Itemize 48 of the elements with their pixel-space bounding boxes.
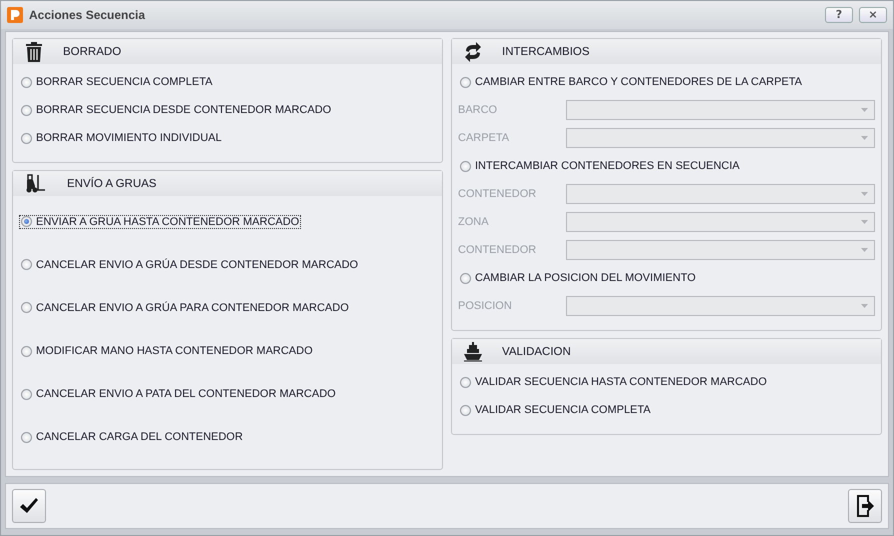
radio-option[interactable]: VALIDAR SECUENCIA COMPLETA xyxy=(458,403,653,417)
help-button[interactable]: ? xyxy=(825,7,853,23)
radio-option[interactable]: CAMBIAR LA POSICION DEL MOVIMIENTO xyxy=(458,271,698,285)
forklift-icon xyxy=(25,174,47,194)
dropdown-field[interactable] xyxy=(566,184,875,204)
window-title: Acciones Secuencia xyxy=(29,8,146,22)
field-label: CONTENEDOR xyxy=(458,188,538,200)
caret-icon xyxy=(861,192,868,196)
dropdown-field[interactable] xyxy=(566,128,875,148)
field-label: CONTENEDOR xyxy=(458,244,538,256)
field-label: BARCO xyxy=(458,104,498,116)
radio-option[interactable]: CANCELAR ENVIO A PATA DEL CONTENEDOR MARCADO xyxy=(19,387,338,402)
section-title: INTERCAMBIOS xyxy=(502,46,590,58)
trash-icon xyxy=(25,40,43,62)
radio-option[interactable]: BORRAR SECUENCIA COMPLETA xyxy=(19,75,214,89)
section-title: BORRADO xyxy=(63,46,122,58)
dropdown-field[interactable] xyxy=(566,296,875,316)
field-label: POSICION xyxy=(458,300,513,312)
exit-icon xyxy=(855,494,875,518)
section-title: ENVÍO A GRUAS xyxy=(67,178,156,190)
radio-option[interactable]: MODIFICAR MANO HASTA CONTENEDOR MARCADO xyxy=(19,344,315,358)
caret-icon xyxy=(861,220,868,224)
radio-option[interactable]: BORRAR MOVIMIENTO INDIVIDUAL xyxy=(19,131,224,145)
field-label: CARPETA xyxy=(458,132,510,144)
caret-icon xyxy=(861,136,868,140)
section-title: VALIDACION xyxy=(502,346,571,358)
exit-button[interactable] xyxy=(848,489,882,523)
radio-option[interactable]: BORRAR SECUENCIA DESDE CONTENEDOR MARCADO xyxy=(19,103,334,117)
radio-option[interactable]: INTERCAMBIAR CONTENEDORES EN SECUENCIA xyxy=(458,159,742,173)
checkmark-icon xyxy=(20,498,38,514)
field-label: ZONA xyxy=(458,216,490,228)
caret-icon xyxy=(861,108,868,112)
refresh-icon xyxy=(464,42,482,62)
dropdown-field[interactable] xyxy=(566,240,875,260)
dropdown-field[interactable] xyxy=(566,100,875,120)
caret-icon xyxy=(861,248,868,252)
ship-icon xyxy=(464,342,482,362)
close-button[interactable]: × xyxy=(859,7,887,23)
radio-option[interactable]: CAMBIAR ENTRE BARCO Y CONTENEDORES DE LA CARPETA xyxy=(458,75,804,89)
radio-option[interactable]: ENVIAR A GRUA HASTA CONTENEDOR MARCADO xyxy=(19,214,302,229)
dropdown-field[interactable] xyxy=(566,212,875,232)
radio-option[interactable]: VALIDAR SECUENCIA HASTA CONTENEDOR MARCADO xyxy=(458,375,769,389)
accept-button[interactable] xyxy=(12,489,46,523)
caret-icon xyxy=(861,304,868,308)
radio-option[interactable]: CANCELAR ENVIO A GRÚA PARA CONTENEDOR MARCADO xyxy=(19,300,351,315)
app-logo-icon xyxy=(7,7,23,23)
radio-option[interactable]: CANCELAR CARGA DEL CONTENEDOR xyxy=(19,430,245,444)
radio-option[interactable]: CANCELAR ENVIO A GRÚA DESDE CONTENEDOR MARCADO xyxy=(19,258,360,272)
